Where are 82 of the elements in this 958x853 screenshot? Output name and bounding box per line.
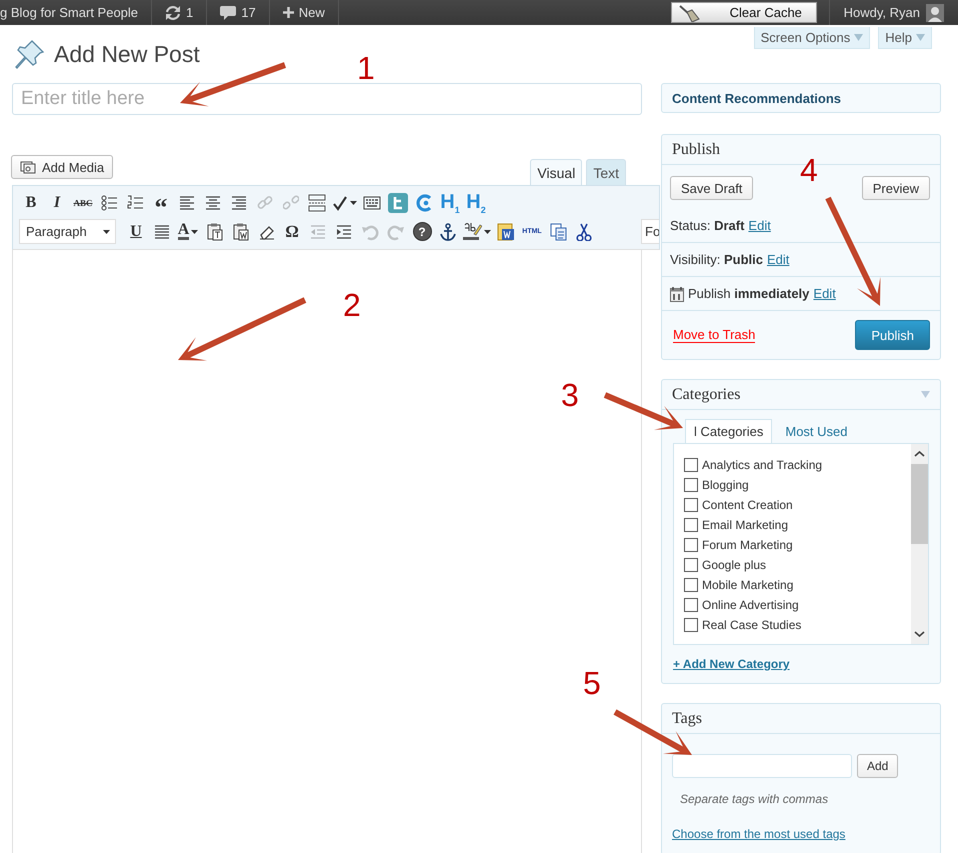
checkbox[interactable] — [684, 618, 698, 632]
clear-cache-button[interactable]: Clear Cache — [670, 2, 817, 23]
media-icon — [20, 159, 36, 175]
title-field[interactable]: Enter title here — [12, 83, 642, 115]
checkbox[interactable] — [684, 498, 698, 512]
publish-button[interactable]: Publish — [855, 320, 930, 350]
special-character-button[interactable]: Ω — [280, 220, 304, 244]
publish-setting-text: Publish immediately — [688, 286, 810, 301]
dropdown-arrow-icon — [854, 34, 864, 41]
tag-hint-text: Separate tags with commas — [680, 792, 828, 806]
category-tab[interactable]: l Categories — [685, 419, 772, 443]
preview-button[interactable]: Preview — [862, 176, 930, 200]
comment-count[interactable]: 17 — [241, 5, 256, 20]
edit-link[interactable]: Edit — [813, 286, 836, 301]
screen-tab[interactable]: Screen Options — [754, 27, 870, 49]
caret-icon — [191, 230, 198, 234]
format-select[interactable]: Paragraph — [19, 219, 116, 244]
panel-title: Tags — [672, 710, 702, 728]
panel-title: Content Recommendations — [672, 90, 842, 106]
add-tag-button[interactable]: Add — [857, 754, 898, 778]
move-to-trash-link[interactable]: Move to Trash — [673, 327, 756, 343]
bold-button[interactable]: B — [19, 190, 43, 214]
checkbox[interactable] — [684, 558, 698, 572]
underline-button[interactable]: U — [124, 220, 148, 244]
category-tab[interactable]: Most Used — [776, 419, 857, 443]
caret-icon — [350, 200, 357, 204]
category-label: Forum Marketing — [702, 538, 793, 552]
comment-icon — [220, 5, 236, 20]
save-draft-button[interactable]: Save Draft — [670, 176, 754, 200]
panel-title: Categories — [672, 386, 740, 404]
category-label: Content Creation — [702, 498, 793, 512]
add-media-button[interactable]: Add Media — [11, 155, 114, 179]
checkbox[interactable] — [684, 538, 698, 552]
refresh-icon — [165, 4, 182, 20]
annotation-number: 1 — [357, 52, 375, 84]
greeting[interactable]: Howdy, Ryan — [844, 5, 920, 20]
screen-tab[interactable]: Help — [878, 27, 932, 49]
page-title: Add New Post — [54, 40, 200, 68]
editor-tab[interactable]: Visual — [530, 159, 582, 185]
category-label: Blogging — [702, 478, 749, 492]
strikethrough-button[interactable]: ABC — [71, 190, 95, 214]
dropdown-arrow-icon — [916, 34, 925, 41]
edit-link[interactable]: Edit — [766, 252, 790, 267]
add-category-link[interactable]: + Add New Category — [673, 657, 790, 671]
annotation-number: 2 — [343, 289, 361, 321]
annotation-number: 4 — [800, 154, 818, 186]
blockquote-button[interactable]: “ — [149, 190, 173, 214]
category-label: Google plus — [702, 558, 766, 572]
category-label: Real Case Studies — [702, 618, 802, 632]
publish-setting-text: Visibility: Public — [670, 252, 763, 267]
category-label: Email Marketing — [702, 518, 788, 532]
editor-tab[interactable]: Text — [586, 159, 626, 185]
edit-link[interactable]: Edit — [748, 218, 771, 233]
scrollbar[interactable] — [911, 444, 928, 644]
checkmark-icon — [332, 194, 348, 210]
site-name[interactable]: g Blog for Smart People — [0, 5, 138, 20]
caret-icon — [103, 230, 110, 234]
category-label: Analytics and Tracking — [702, 458, 822, 472]
checkbox[interactable] — [684, 478, 698, 492]
plus-icon — [282, 7, 294, 18]
annotation-number: 3 — [561, 379, 579, 411]
publish-setting-text: Status: Draft — [670, 218, 744, 233]
checkbox[interactable] — [684, 578, 698, 592]
broom-icon — [678, 4, 700, 22]
checkbox[interactable] — [684, 598, 698, 612]
panel-title: Publish — [672, 140, 720, 158]
category-label: Mobile Marketing — [702, 578, 794, 592]
most-used-tags-link[interactable]: Choose from the most used tags — [672, 827, 846, 841]
update-count[interactable]: 1 — [186, 5, 194, 20]
text-color-button[interactable]: A — [176, 220, 200, 244]
calendar-icon — [670, 286, 684, 302]
new-link[interactable]: New — [298, 5, 325, 20]
checkbox[interactable] — [684, 518, 698, 532]
caret-icon — [484, 230, 491, 234]
category-label: Online Advertising — [702, 598, 799, 612]
annotation-number: 5 — [583, 667, 601, 699]
avatar — [926, 4, 944, 22]
italic-button[interactable]: I — [45, 190, 69, 214]
checkbox[interactable] — [684, 458, 698, 472]
highlighter-icon — [463, 222, 482, 241]
collapse-icon — [921, 391, 930, 398]
tag-input-field[interactable] — [672, 754, 852, 778]
